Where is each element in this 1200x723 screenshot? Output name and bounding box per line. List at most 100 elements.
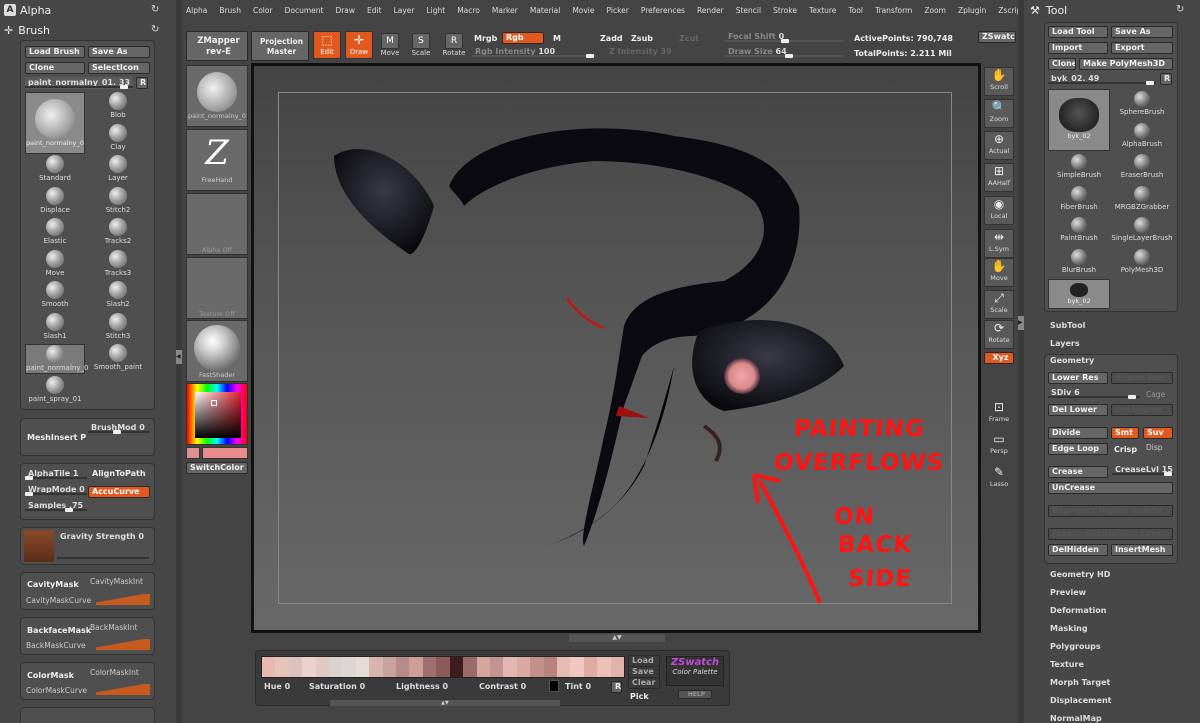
tool-fiberbrush[interactable]: FiberBrush [1048,184,1110,214]
cavitymaskint-label[interactable]: CavityMaskInt [90,577,143,586]
palette-bottom-handle[interactable]: ▲▼ [330,700,560,706]
shelf-brush-thumb[interactable]: paint_normalny_0 [186,65,248,127]
menu-brush[interactable]: Brush [219,6,241,15]
zsub-toggle[interactable]: Zsub [631,34,653,43]
texture-thumb[interactable]: Texture Off [186,257,248,319]
zswatch-top-button[interactable]: ZSwatch [978,31,1016,43]
view-scale-button[interactable]: ⤢ Scale [984,290,1014,319]
select-icon-button[interactable]: SelectIcon [88,62,150,74]
menu-preferences[interactable]: Preferences [641,6,685,15]
del-lower-button[interactable]: Del Lower [1048,404,1108,416]
color-swatch[interactable] [409,657,423,677]
zswatch-logo[interactable]: ZSwatch Color Palette [666,656,724,686]
color-swatch[interactable] [315,657,330,677]
brush-paint-spray-01[interactable]: paint_spray_01 [25,375,85,406]
menu-movie[interactable]: Movie [572,6,594,15]
color-swatch[interactable] [556,657,571,677]
color-picker[interactable] [186,383,248,445]
color-swatch[interactable] [329,657,343,677]
zcut-toggle[interactable]: Zcut [679,34,699,43]
del-higher-button[interactable]: Del Higher [1111,404,1173,416]
color-swatch[interactable] [597,657,611,677]
color-swatch[interactable] [355,657,370,677]
color-swatch[interactable] [543,657,557,677]
tool-header[interactable]: ⚒ Tool [1030,0,1190,20]
section-polygroups[interactable]: Polygroups [1050,642,1101,651]
brush-elastic[interactable]: Elastic [25,218,85,248]
edit-button[interactable]: ⬚ Edit [313,31,341,59]
secondary-color-swatch[interactable] [202,447,248,459]
color-swatch[interactable] [436,657,450,677]
edge-loop-button[interactable]: Edge Loop [1048,443,1108,455]
rotate-button[interactable]: R Rotate [440,33,468,57]
color-swatch[interactable] [503,657,517,677]
del-hidden-button[interactable]: DelHidden [1048,544,1108,556]
accucurve-button[interactable]: AccuCurve [88,486,150,498]
color-swatch[interactable] [583,657,598,677]
zmapper-button[interactable]: ZMapper rev-E [186,31,248,61]
align-to-path-button[interactable]: AlignToPath [88,468,150,480]
contrast-slider[interactable]: Contrast 0 [476,681,546,693]
help-button[interactable]: HELP [678,690,712,699]
crisp-toggle[interactable]: Crisp [1114,445,1137,454]
tool-singlelayerbrush[interactable]: SingleLayerBrush [1111,215,1173,245]
view-move-button[interactable]: ✋ Move [984,258,1014,287]
tool-blurbrush[interactable]: BlurBrush [1048,247,1110,277]
menu-render[interactable]: Render [697,6,724,15]
left-collapse-arrow[interactable]: ◀ [176,350,182,364]
view-zoom-button[interactable]: 🔍 Zoom [984,99,1014,128]
palette-r-button[interactable]: R [611,681,622,693]
canvas[interactable]: PAINTING OVERFLOWS ON BACK SIDE [254,66,978,630]
freeze-subdiv-button[interactable]: Freeze SubDivision Levels [1048,528,1173,540]
suv-toggle[interactable]: Suv [1143,427,1173,439]
geometry-section[interactable]: Geometry [1050,356,1094,365]
gravity-strength-slider[interactable]: Gravity Strength 0 [57,531,149,543]
color-swatch[interactable] [476,657,490,677]
mrgb-toggle[interactable]: Mrgb [474,34,497,43]
smt-toggle[interactable]: Smt [1111,427,1139,439]
load-tool-button[interactable]: Load Tool [1048,26,1108,38]
view-actual-button[interactable]: ⊕ Actual [984,131,1014,160]
section-normalmap[interactable]: NormalMap [1050,714,1102,723]
color-swatch[interactable] [530,657,544,677]
palette-black-swatch[interactable] [549,680,559,692]
brush-stitch3[interactable]: Stitch3 [88,312,148,343]
clone-brush-button[interactable]: Clone [25,62,85,74]
menu-layer[interactable]: Layer [394,6,415,15]
color-picker-square[interactable] [195,392,241,438]
current-brush-slider[interactable]: paint_normalny_01. 33 [25,77,133,89]
layers-section[interactable]: Layers [1050,339,1080,348]
tool-save-as-button[interactable]: Save As [1111,26,1173,38]
uncrease-button[interactable]: UnCrease [1048,482,1173,494]
divide-button[interactable]: Divide [1048,427,1108,439]
backmaskcurve-label[interactable]: BackMaskCurve [26,641,86,650]
brush-clay[interactable]: Clay [88,123,148,154]
view-aahalf-button[interactable]: ⊞ AAHalf [984,163,1014,192]
cage-toggle[interactable]: Cage [1146,390,1165,399]
meshinsert-label[interactable]: MeshInsert P [27,433,86,442]
zadd-toggle[interactable]: Zadd [600,34,623,43]
color-swatch[interactable] [302,657,316,677]
menu-picker[interactable]: Picker [607,6,629,15]
xyz-toggle[interactable]: Xyz [984,352,1014,364]
subtool-section[interactable]: SubTool [1050,321,1085,330]
color-swatch[interactable] [382,657,397,677]
crease-button[interactable]: Crease [1048,466,1108,478]
samples-slider[interactable]: Samples .75 [25,500,87,512]
current-brush-thumb[interactable]: paint_normalny_0 [25,92,85,154]
brush-refresh-icon[interactable]: ↻ [151,24,159,35]
alpha-refresh-icon[interactable]: ↻ [151,4,159,15]
cavitymaskcurve-label[interactable]: CavityMaskCurve [26,596,91,605]
view-lasso-button[interactable]: ✎ Lasso [984,465,1014,494]
view-persp-button[interactable]: ▭ Persp [984,432,1014,461]
tint-slider[interactable]: Tint 0 [562,681,608,693]
colormaskint-label[interactable]: ColorMaskInt [90,668,139,677]
wrapmode-slider[interactable]: WrapMode 0 [25,484,87,496]
menu-tool[interactable]: Tool [848,6,863,15]
menu-light[interactable]: Light [426,6,445,15]
move-button[interactable]: M Move [378,33,402,57]
view-rotate-button[interactable]: ⟳ Rotate [984,320,1014,349]
higher-res-button[interactable]: Higher Res [1111,372,1173,384]
brush-tracks3[interactable]: Tracks3 [88,249,148,280]
tool-r-button[interactable]: R [1160,73,1172,85]
